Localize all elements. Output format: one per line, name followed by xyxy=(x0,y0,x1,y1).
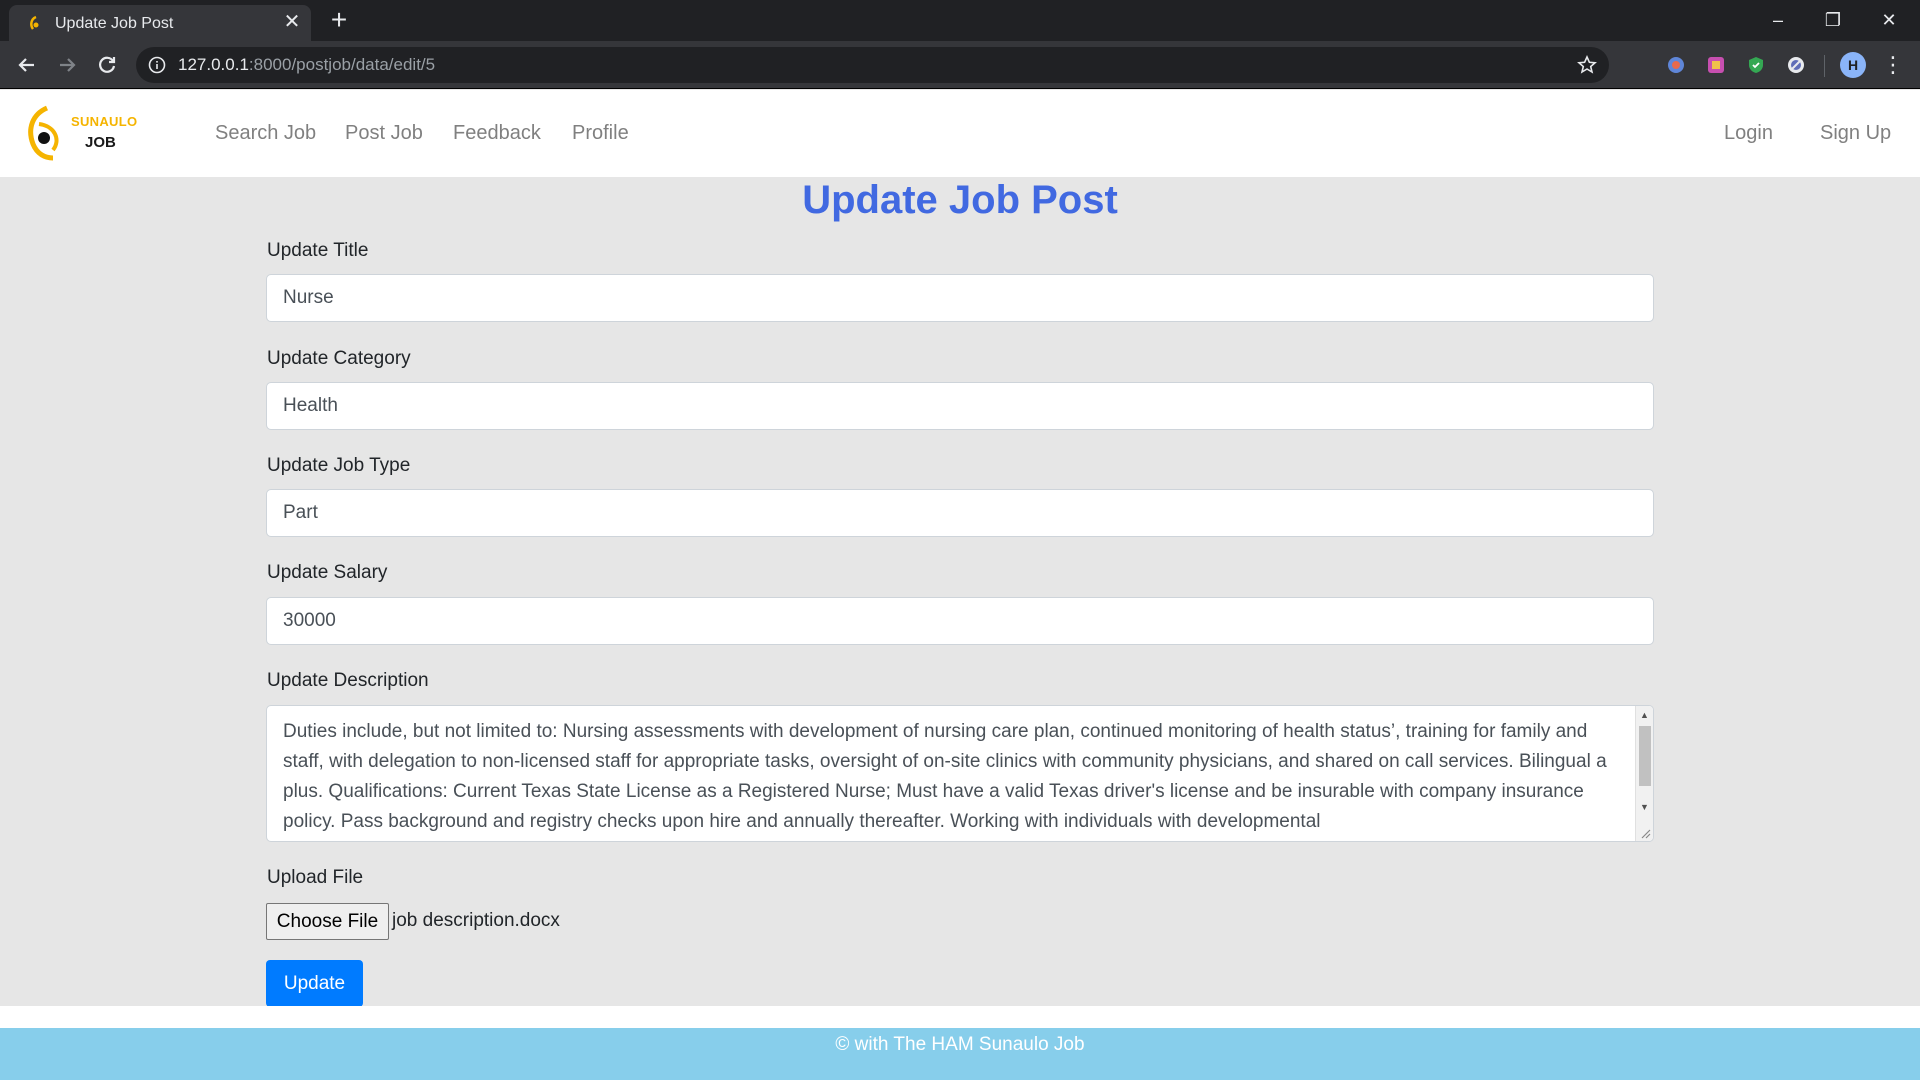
description-textarea[interactable]: Duties include, but not limited to: Nurs… xyxy=(266,705,1654,842)
browser-tab-strip: Update Job Post ✕ + – ❐ ✕ xyxy=(0,0,1920,41)
description-label: Update Description xyxy=(267,670,429,691)
site-favicon-icon xyxy=(30,15,39,30)
category-label: Update Category xyxy=(267,348,411,369)
scroll-thumb[interactable] xyxy=(1639,726,1651,786)
content-bottom-strip xyxy=(0,1006,1920,1028)
scroll-up-arrow-icon[interactable]: ▲ xyxy=(1640,710,1649,720)
title-input[interactable]: Nurse xyxy=(266,274,1654,322)
nav-link-login[interactable]: Login xyxy=(1724,122,1773,145)
salary-input[interactable]: 30000 xyxy=(266,597,1654,645)
url-path: :8000/postjob/data/edit/5 xyxy=(248,55,436,74)
update-button[interactable]: Update xyxy=(266,960,363,1007)
nav-link-signup[interactable]: Sign Up xyxy=(1820,122,1891,145)
restore-window-icon[interactable]: ❐ xyxy=(1810,5,1856,35)
footer-text: © with The HAM Sunaulo Job xyxy=(835,1034,1085,1055)
job-type-input[interactable]: Part xyxy=(266,489,1654,537)
nav-link-profile[interactable]: Profile xyxy=(572,122,629,145)
profile-avatar[interactable]: H xyxy=(1840,52,1866,78)
minimize-window-icon[interactable]: – xyxy=(1755,5,1801,35)
site-navbar: SUNAULO JOB Search Job Post Job Feedback… xyxy=(0,90,1920,177)
browser-tab-active[interactable]: Update Job Post ✕ xyxy=(9,5,311,41)
logo-text-bottom: JOB xyxy=(85,134,116,151)
url-text: 127.0.0.1:8000/postjob/data/edit/5 xyxy=(178,55,435,75)
job-type-label: Update Job Type xyxy=(267,455,411,476)
toolbar-separator xyxy=(1824,55,1825,77)
tab-close-icon[interactable]: ✕ xyxy=(281,11,303,33)
upload-file-label: Upload File xyxy=(267,867,364,888)
category-input[interactable]: Health xyxy=(266,382,1654,430)
site-logo[interactable]: SUNAULO JOB xyxy=(25,104,145,164)
site-footer: © with The HAM Sunaulo Job xyxy=(0,1028,1920,1080)
salary-label: Update Salary xyxy=(267,562,388,583)
nav-link-search-job[interactable]: Search Job xyxy=(215,122,316,145)
selected-file-name: job description.docx xyxy=(392,910,560,931)
resize-grip-icon[interactable] xyxy=(1639,827,1651,839)
scroll-down-arrow-icon[interactable]: ▼ xyxy=(1640,802,1649,812)
forward-arrow-icon[interactable] xyxy=(54,52,80,78)
nav-link-feedback[interactable]: Feedback xyxy=(453,122,541,145)
nav-link-post-job[interactable]: Post Job xyxy=(345,122,423,145)
extension-gallery-icon[interactable] xyxy=(1706,55,1726,75)
url-host: 127.0.0.1 xyxy=(178,55,249,74)
browser-toolbar: 127.0.0.1:8000/postjob/data/edit/5 H ⋮ xyxy=(0,41,1920,89)
extension-translate-icon[interactable] xyxy=(1666,55,1686,75)
description-text: Duties include, but not limited to: Nurs… xyxy=(283,721,1607,832)
reload-icon[interactable] xyxy=(94,52,120,78)
new-tab-icon[interactable]: + xyxy=(325,6,353,34)
description-scrollbar[interactable]: ▲ ▼ xyxy=(1635,706,1653,841)
back-arrow-icon[interactable] xyxy=(14,52,40,78)
page-title: Update Job Post xyxy=(802,178,1118,222)
close-window-icon[interactable]: ✕ xyxy=(1866,5,1912,35)
logo-text-top: SUNAULO xyxy=(71,114,138,129)
logo-eye-icon xyxy=(28,105,59,161)
browser-menu-icon[interactable]: ⋮ xyxy=(1880,52,1906,78)
address-bar[interactable]: 127.0.0.1:8000/postjob/data/edit/5 xyxy=(136,47,1609,83)
tab-title: Update Job Post xyxy=(55,15,174,32)
choose-file-button[interactable]: Choose File xyxy=(266,903,389,940)
title-label: Update Title xyxy=(267,240,369,261)
bookmark-star-icon[interactable] xyxy=(1577,55,1597,75)
site-info-icon[interactable] xyxy=(148,56,166,74)
extension-block-icon[interactable] xyxy=(1786,55,1806,75)
extension-shield-icon[interactable] xyxy=(1746,55,1766,75)
